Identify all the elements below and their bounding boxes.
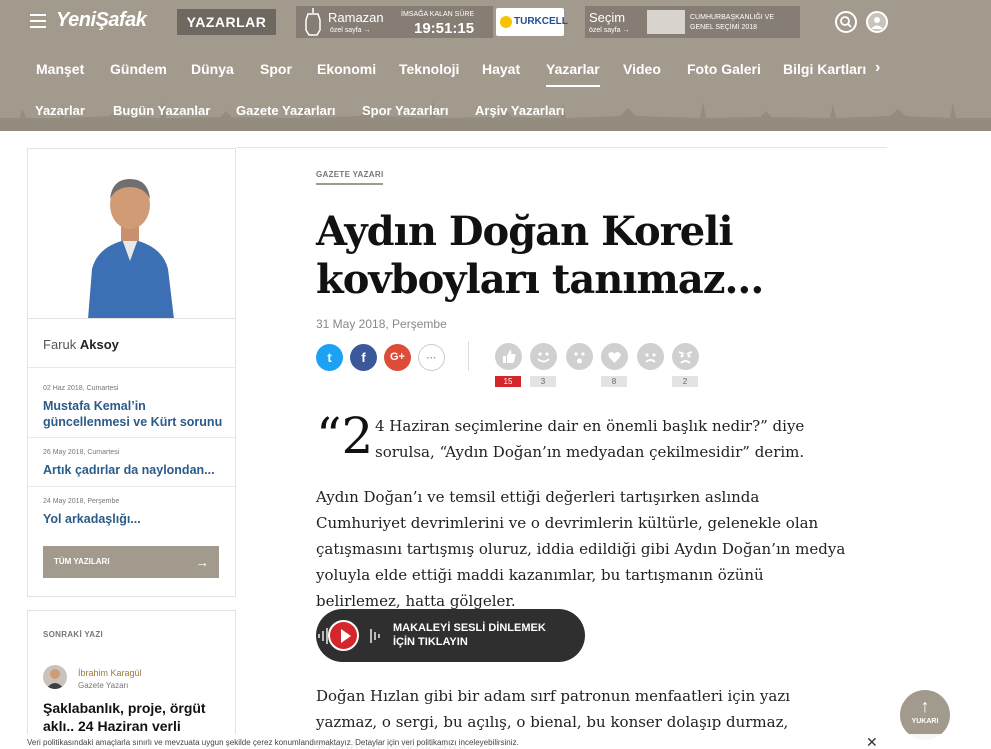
list-item-date: 26 May 2018, Cumartesi — [43, 449, 120, 456]
nav-item-hayat[interactable]: Hayat — [482, 61, 520, 77]
lantern-icon — [305, 8, 321, 36]
divider — [28, 486, 235, 487]
nav-item-manset[interactable]: Manşet — [36, 61, 84, 77]
next-article-title[interactable]: Şaklabanlık, proje, örgüt aklı.. 24 Hazi… — [43, 699, 228, 735]
more-share-icon[interactable]: ··· — [418, 344, 445, 371]
list-item-date: 24 May 2018, Perşembe — [43, 498, 120, 505]
facebook-share-icon[interactable]: f — [350, 344, 377, 371]
subnav-item-bugun-yazanlar[interactable]: Bugün Yazanlar — [113, 103, 210, 118]
next-author-name[interactable]: İbrahim Karagül — [78, 668, 142, 678]
list-item-title[interactable]: Mustafa Kemal’in güncellenmesi ve Kürt s… — [43, 398, 228, 430]
divider — [468, 341, 469, 371]
author-name[interactable]: Faruk Aksoy — [43, 337, 119, 352]
main-nav: Manşet Gündem Dünya Spor Ekonomi Teknolo… — [0, 56, 991, 88]
divider — [236, 147, 887, 148]
nav-item-yazarlar[interactable]: Yazarlar — [546, 61, 600, 87]
cookie-text: Veri politikasındaki amaçlarla sınırlı v… — [27, 738, 519, 747]
section-label[interactable]: YAZARLAR — [177, 9, 276, 35]
list-item-title[interactable]: Artık çadırlar da naylondan... — [43, 462, 228, 478]
next-author-avatar — [43, 665, 67, 689]
nav-next-chevron-icon[interactable]: › — [875, 59, 880, 77]
subnav-item-spor-yazarlari[interactable]: Spor Yazarları — [362, 103, 448, 118]
secim-description: CUMHURBAŞKANLIĞI VE GENEL SEÇİMİ 2018 — [690, 14, 775, 31]
ramazan-link[interactable]: özel sayfa → — [330, 27, 370, 34]
arrow-up-icon: ↑ — [920, 696, 930, 716]
next-author-role: Gazete Yazarı — [78, 681, 129, 690]
subnav-item-arsiv-yazarlari[interactable]: Arşiv Yazarları — [475, 103, 564, 118]
love-count: 8 — [601, 376, 627, 387]
ballot-box-icon — [647, 10, 685, 34]
ramazan-title: Ramazan — [328, 10, 384, 25]
nav-item-gundem[interactable]: Gündem — [110, 61, 167, 77]
page: YeniŞafak YAZARLAR Ramazan özel sayfa → … — [0, 0, 991, 749]
subnav-item-yazarlar[interactable]: Yazarlar — [35, 103, 85, 118]
play-icon[interactable] — [328, 620, 359, 651]
nav-item-video[interactable]: Video — [623, 61, 661, 77]
all-articles-button[interactable]: TÜM YAZILARI → — [43, 546, 219, 578]
nav-item-foto-galeri[interactable]: Foto Galeri — [687, 61, 761, 77]
site-logo[interactable]: YeniŞafak — [56, 9, 147, 32]
nav-item-dunya[interactable]: Dünya — [191, 61, 234, 77]
arrow-right-icon: → — [195, 554, 209, 570]
happy-count: 3 — [530, 376, 556, 387]
secim-link[interactable]: özel sayfa → — [589, 27, 629, 34]
next-article-label: SONRAKİ YAZI — [43, 630, 104, 639]
subnav-item-gazete-yazarlari[interactable]: Gazete Yazarları — [236, 103, 336, 118]
divider — [28, 437, 235, 438]
secim-widget[interactable]: Seçim özel sayfa → CUMHURBAŞKANLIĞI VE G… — [585, 6, 800, 38]
listen-label: MAKALEYİ SESLİ DİNLEMEK İÇİN TIKLAYIN — [393, 622, 546, 648]
article-kicker: GAZETE YAZARI — [316, 170, 384, 185]
imsak-label: İMSAĞA KALAN SÜRE — [401, 11, 475, 18]
twitter-share-icon[interactable]: t — [316, 344, 343, 371]
top-bar: YeniŞafak YAZARLAR Ramazan özel sayfa → … — [0, 0, 991, 44]
article-date: 31 May 2018, Perşembe — [316, 317, 447, 331]
author-photo[interactable] — [28, 149, 235, 319]
scroll-top-button[interactable]: ↑ YUKARI — [900, 690, 950, 740]
googleplus-share-icon[interactable]: G+ — [384, 344, 411, 371]
sponsor-logo[interactable]: TURKCELL — [496, 8, 568, 36]
scroll-top-label: YUKARI — [911, 718, 939, 725]
menu-icon[interactable] — [30, 14, 46, 28]
nav-item-ekonomi[interactable]: Ekonomi — [317, 61, 376, 77]
list-item-date: 02 Haz 2018, Cumartesi — [43, 385, 119, 392]
author-portrait — [28, 149, 235, 318]
secim-title: Seçim — [589, 10, 626, 25]
author-card: Faruk Aksoy 02 Haz 2018, Cumartesi Musta… — [27, 148, 236, 597]
article-title: Aydın Doğan Koreli kovboyları tanımaz... — [316, 208, 764, 303]
happy-reaction-icon[interactable] — [530, 343, 557, 370]
love-reaction-icon[interactable] — [601, 343, 628, 370]
nav-item-bilgi-kartlari[interactable]: Bilgi Kartları — [783, 61, 866, 77]
nav-item-teknoloji[interactable]: Teknoloji — [399, 61, 459, 77]
angry-reaction-icon[interactable] — [672, 343, 699, 370]
drop-cap: “2 — [316, 407, 374, 465]
search-icon[interactable] — [835, 11, 857, 33]
angry-count: 2 — [672, 376, 698, 387]
article-paragraph: Aydın Doğan’ı ve temsil ettiği değerleri… — [316, 488, 846, 610]
cookie-banner: Veri politikasındaki amaçlarla sınırlı v… — [0, 734, 991, 749]
close-icon[interactable]: ✕ — [866, 734, 878, 749]
nav-item-spor[interactable]: Spor — [260, 61, 292, 77]
divider — [28, 367, 235, 368]
list-item-title[interactable]: Yol arkadaşlığı... — [43, 511, 228, 527]
like-reaction-icon[interactable] — [495, 343, 522, 370]
ramazan-widget[interactable]: Ramazan özel sayfa → İMSAĞA KALAN SÜRE 1… — [296, 6, 493, 38]
sad-reaction-icon[interactable] — [637, 343, 664, 370]
lead-text: 4 Haziran seçimlerine dair en önemli baş… — [375, 417, 805, 461]
site-header: YeniŞafak YAZARLAR Ramazan özel sayfa → … — [0, 0, 991, 131]
user-icon[interactable] — [866, 11, 888, 33]
like-count: 15 — [495, 376, 521, 387]
surprised-reaction-icon[interactable] — [566, 343, 593, 370]
imsak-countdown: 19:51:15 — [414, 20, 475, 37]
next-article-card[interactable]: SONRAKİ YAZI İbrahim Karagül Gazete Yaza… — [27, 610, 236, 749]
listen-article-button[interactable]: MAKALEYİ SESLİ DİNLEMEK İÇİN TIKLAYIN — [316, 609, 585, 662]
